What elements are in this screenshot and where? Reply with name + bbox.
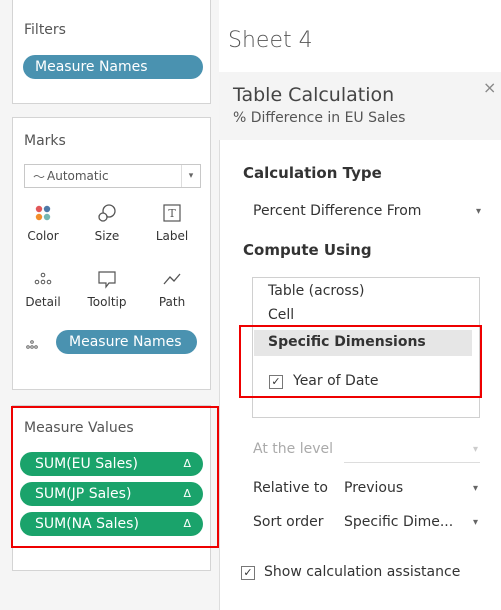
dimension-year-of-date[interactable]: ✓ Year of Date	[263, 372, 463, 392]
filters-title: Filters	[24, 22, 66, 38]
compute-option-cell[interactable]: Cell	[268, 307, 294, 323]
chevron-down-icon: ▾	[472, 483, 478, 494]
sort-order-label: Sort order	[253, 514, 324, 530]
detail-button[interactable]: Detail	[18, 261, 68, 313]
show-assist-checkbox[interactable]: ✓	[241, 566, 255, 580]
calc-type-heading: Calculation Type	[243, 164, 382, 182]
delta-icon: Δ	[183, 517, 191, 530]
filters-panel: Filters Measure Names	[12, 0, 211, 104]
show-assist-row[interactable]: ✓ Show calculation assistance	[241, 563, 491, 583]
calc-type-dropdown[interactable]: Percent Difference From ▾	[243, 203, 483, 223]
sheet-title: Sheet 4	[228, 28, 313, 53]
size-button[interactable]: Size	[82, 195, 132, 247]
path-label: Path	[158, 295, 186, 309]
measure-pill-jp-sales[interactable]: SUM(JP Sales) Δ	[20, 482, 203, 506]
table-calc-header	[219, 72, 501, 140]
left-pane: Filters Measure Names Marks 〜 Automatic …	[0, 0, 219, 610]
measure-pill-label: SUM(EU Sales)	[35, 456, 138, 472]
relative-to-dropdown[interactable]: Previous ▾	[344, 479, 480, 501]
tooltip-button[interactable]: Tooltip	[82, 261, 132, 313]
path-button[interactable]: Path	[147, 261, 197, 313]
label-label: Label	[155, 229, 189, 243]
marks-panel: Marks 〜 Automatic ▾ Color Size T Label D…	[12, 117, 211, 390]
show-assist-label: Show calculation assistance	[264, 564, 461, 580]
detail-small-icon	[25, 336, 39, 355]
compute-option-table-across[interactable]: Table (across)	[268, 283, 364, 299]
color-label: Color	[27, 229, 59, 243]
measure-values-title: Measure Values	[24, 420, 134, 436]
year-of-date-label: Year of Date	[293, 373, 379, 389]
delta-icon: Δ	[183, 487, 191, 500]
label-button[interactable]: T Label	[147, 195, 197, 247]
relative-to-value: Previous	[344, 480, 404, 496]
measure-pill-label: SUM(JP Sales)	[35, 486, 132, 502]
tooltip-icon	[96, 269, 118, 289]
path-icon	[161, 269, 183, 289]
calc-type-value: Percent Difference From	[253, 203, 422, 219]
detail-icon	[32, 269, 54, 289]
at-level-dropdown: ▾	[344, 440, 480, 463]
color-icon	[32, 203, 54, 223]
mark-type-dropdown[interactable]: 〜 Automatic ▾	[24, 164, 201, 188]
measure-pill-eu-sales[interactable]: SUM(EU Sales) Δ	[20, 452, 203, 476]
compute-using-heading: Compute Using	[243, 241, 372, 259]
close-icon[interactable]: ×	[483, 78, 496, 97]
table-calc-title: Table Calculation	[233, 84, 395, 106]
chevron-down-icon: ▾	[181, 165, 200, 187]
sort-order-value: Specific Dime...	[344, 514, 454, 530]
compute-option-specific-dimensions[interactable]: Specific Dimensions	[254, 330, 472, 356]
relative-to-label: Relative to	[253, 480, 328, 496]
table-calc-subtitle: % Difference in EU Sales	[233, 110, 406, 126]
filter-pill-measure-names[interactable]: Measure Names	[23, 55, 203, 79]
detail-label: Detail	[25, 295, 61, 309]
marks-title: Marks	[24, 133, 66, 149]
compute-using-list[interactable]: Table (across) Cell Specific Dimensions …	[252, 277, 480, 418]
year-of-date-checkbox[interactable]: ✓	[269, 375, 283, 389]
measure-pill-na-sales[interactable]: SUM(NA Sales) Δ	[20, 512, 203, 536]
delta-icon: Δ	[183, 457, 191, 470]
mark-type-value: Automatic	[47, 169, 109, 183]
measure-values-panel: Measure Values SUM(EU Sales) Δ SUM(JP Sa…	[12, 405, 211, 571]
filter-pill-label: Measure Names	[35, 59, 148, 75]
detail-pill-label: Measure Names	[69, 334, 182, 350]
svg-text:T: T	[168, 207, 176, 220]
detail-pill-measure-names[interactable]: Measure Names	[56, 330, 197, 354]
tooltip-label: Tooltip	[87, 295, 127, 309]
size-icon	[96, 203, 118, 223]
measure-pill-label: SUM(NA Sales)	[35, 516, 139, 532]
specific-dimensions-label: Specific Dimensions	[268, 334, 426, 350]
chevron-down-icon: ▾	[475, 206, 481, 217]
chevron-down-icon: ▾	[472, 444, 478, 455]
sort-order-dropdown[interactable]: Specific Dime... ▾	[344, 513, 480, 535]
at-level-label: At the level	[253, 441, 333, 457]
label-icon: T	[161, 203, 183, 223]
chevron-down-icon: ▾	[472, 517, 478, 528]
color-button[interactable]: Color	[18, 195, 68, 247]
mark-type-icon: 〜	[33, 170, 46, 184]
size-label: Size	[94, 229, 120, 243]
